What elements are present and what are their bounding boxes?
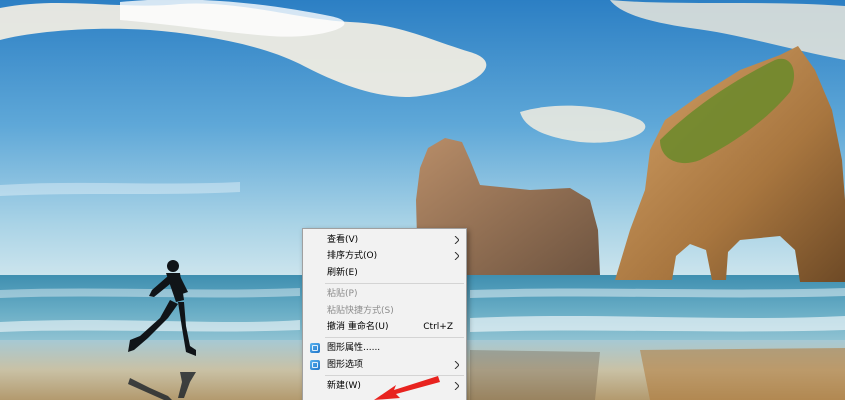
menu-item-label: 刷新(E) [327, 267, 358, 278]
chevron-right-icon [454, 382, 459, 391]
menu-item-refresh[interactable]: 刷新(E) [303, 265, 466, 281]
menu-item-label: 图形属性...... [327, 343, 381, 354]
chevron-right-icon [454, 236, 459, 244]
menu-separator [325, 283, 464, 285]
menu-item-graphics-properties[interactable]: 图形属性...... [303, 340, 466, 356]
desktop[interactable]: 查看(V) 排序方式(O) 刷新(E) 粘贴(P) 粘贴快捷方式(S) 撤消 重… [0, 0, 845, 400]
red-arrow-icon [374, 376, 440, 400]
menu-item-view[interactable]: 查看(V) [303, 232, 466, 248]
menu-item-label: 新建(W) [327, 381, 361, 392]
menu-item-label: 图形选项 [327, 359, 364, 370]
menu-item-paste[interactable]: 粘贴(P) [303, 286, 466, 302]
menu-item-shortcut: Ctrl+Z [423, 321, 453, 332]
menu-item-label: 查看(V) [327, 235, 359, 245]
graphics-icon [310, 343, 320, 354]
menu-item-label: 粘贴(P) [327, 289, 358, 300]
menu-item-label: 撤消 重命名(U) [327, 321, 389, 332]
graphics-icon [310, 359, 320, 370]
menu-item-undo-rename[interactable]: 撤消 重命名(U) Ctrl+Z [303, 319, 466, 335]
menu-item-label: 排序方式(O) [327, 251, 378, 262]
menu-separator [325, 337, 464, 339]
chevron-right-icon [454, 360, 459, 369]
menu-item-label: 粘贴快捷方式(S) [327, 305, 394, 316]
chevron-right-icon [454, 252, 459, 261]
menu-item-paste-shortcut[interactable]: 粘贴快捷方式(S) [303, 303, 466, 319]
menu-item-sort-by[interactable]: 排序方式(O) [303, 248, 466, 264]
